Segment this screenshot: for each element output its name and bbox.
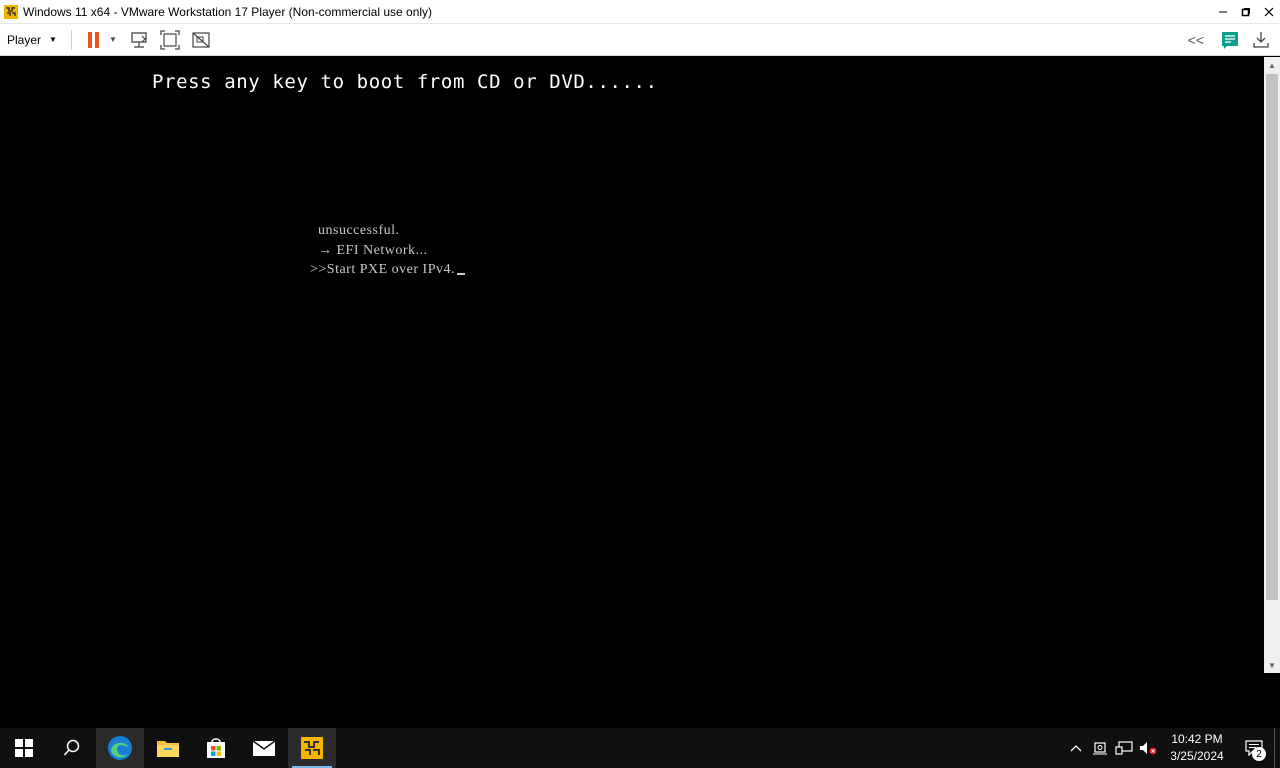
- console-line: → EFI Network...: [318, 242, 428, 258]
- system-tray: 10:42 PM 3/25/2024 2: [1064, 728, 1280, 768]
- collapse-icon[interactable]: <<: [1188, 32, 1204, 48]
- player-toolbar: Player ▼ ▼ <<: [0, 24, 1280, 56]
- taskbar-edge[interactable]: [96, 728, 144, 768]
- file-explorer-icon: [157, 741, 179, 757]
- taskbar: 10:42 PM 3/25/2024 2: [0, 728, 1280, 768]
- boot-prompt-text: Press any key to boot from CD or DVD....…: [152, 71, 658, 93]
- edge-icon: [108, 736, 132, 760]
- taskbar-file-explorer[interactable]: [144, 728, 192, 768]
- mail-icon: [252, 740, 276, 756]
- network-icon[interactable]: [1112, 728, 1136, 768]
- vmware-player-icon: [301, 737, 323, 759]
- message-log-button[interactable]: [1218, 28, 1242, 52]
- chevron-up-icon[interactable]: [1064, 728, 1088, 768]
- unity-button[interactable]: [189, 28, 213, 52]
- search-button[interactable]: [48, 728, 96, 768]
- text-cursor: [457, 273, 466, 275]
- removable-devices-button[interactable]: [1249, 28, 1273, 52]
- vm-console[interactable]: Press any key to boot from CD or DVD....…: [0, 57, 1264, 673]
- vmware-icon: [3, 4, 19, 20]
- taskbar-mail[interactable]: [240, 728, 288, 768]
- close-button[interactable]: [1257, 0, 1280, 24]
- volume-muted-icon[interactable]: [1136, 728, 1160, 768]
- start-button[interactable]: [0, 728, 48, 768]
- taskbar-vmware-player[interactable]: [288, 728, 336, 768]
- message-log-icon: [1222, 32, 1238, 49]
- show-desktop-button[interactable]: [1274, 728, 1280, 768]
- efi-boot-messages: unsuccessful. → EFI Network... >>Start P…: [310, 221, 466, 280]
- clock-time: 10:42 PM: [1171, 732, 1223, 746]
- meet-now-icon[interactable]: [1088, 728, 1112, 768]
- notification-count-badge: 2: [1252, 747, 1266, 761]
- vertical-scrollbar[interactable]: ▲ ▼: [1264, 57, 1280, 673]
- search-icon: [63, 739, 80, 756]
- pause-button[interactable]: [82, 28, 106, 52]
- scroll-up-icon[interactable]: ▲: [1264, 57, 1280, 73]
- send-ctrl-alt-del-icon: [131, 31, 147, 48]
- minimize-button[interactable]: [1211, 0, 1234, 24]
- window-title: Windows 11 x64 - VMware Workstation 17 P…: [23, 4, 433, 19]
- send-ctrl-alt-del-button[interactable]: [127, 28, 151, 52]
- taskbar-store[interactable]: [192, 728, 240, 768]
- console-line-text: >>Start PXE over IPv4.: [310, 262, 456, 277]
- toolbar-divider: [70, 29, 72, 50]
- start-icon: [15, 739, 33, 757]
- player-menu[interactable]: Player ▼: [7, 28, 63, 52]
- clock-date: 3/25/2024: [1170, 749, 1224, 763]
- pause-icon: [88, 31, 100, 48]
- taskbar-clock[interactable]: 10:42 PM 3/25/2024: [1164, 731, 1230, 765]
- store-icon: [207, 738, 225, 758]
- console-line: unsuccessful.: [318, 223, 400, 238]
- scroll-down-icon[interactable]: ▼: [1264, 657, 1280, 673]
- full-screen-button[interactable]: [158, 28, 182, 52]
- scrollbar-thumb[interactable]: [1266, 74, 1278, 600]
- restore-button[interactable]: [1234, 0, 1257, 24]
- unity-icon: [192, 31, 210, 48]
- player-menu-label: Player: [7, 32, 42, 47]
- pause-options-chevron-icon[interactable]: ▼: [109, 35, 117, 44]
- action-center-button[interactable]: 2: [1234, 728, 1274, 768]
- full-screen-icon: [160, 29, 180, 50]
- title-bar: Windows 11 x64 - VMware Workstation 17 P…: [0, 0, 1280, 24]
- removable-devices-icon: [1253, 32, 1269, 48]
- chevron-down-icon: ▼: [49, 35, 57, 44]
- console-line-current: >>Start PXE over IPv4.: [310, 260, 466, 280]
